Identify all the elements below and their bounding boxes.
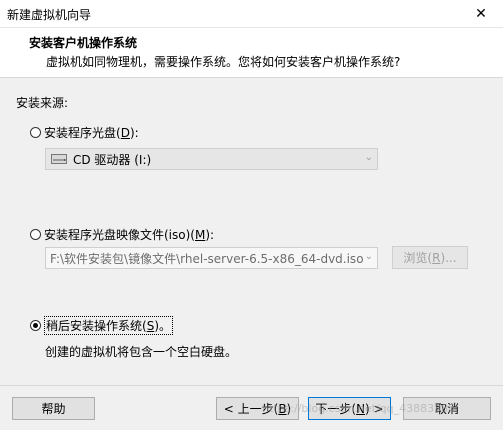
page-subtitle: 虚拟机如同物理机，需要操作系统。您将如何安装客户机操作系统?: [46, 55, 401, 69]
chevron-down-icon: ⌄: [364, 152, 373, 163]
radio-install-later[interactable]: [30, 320, 41, 331]
browse-button[interactable]: 浏览(R)...: [392, 246, 468, 269]
wizard-header: 安装客户机操作系统 虚拟机如同物理机，需要操作系统。您将如何安装客户机操作系统?: [0, 28, 503, 78]
window-titlebar: 新建虚拟机向导 ✕: [0, 0, 503, 28]
window-title: 新建虚拟机向导: [7, 8, 92, 22]
help-button[interactable]: 帮助: [12, 397, 95, 420]
close-button[interactable]: ✕: [459, 0, 503, 27]
cd-drive-icon: [51, 153, 67, 165]
browse-button-label: 浏览(R)...: [403, 251, 457, 265]
install-source-label: 安装来源:: [16, 96, 69, 110]
footer-divider: [0, 385, 503, 386]
option-install-iso-label: 安装程序光盘映像文件(iso)(M):: [44, 228, 215, 242]
iso-path-input[interactable]: F:\软件安装包\镜像文件\rhel-server-6.5-x86_64-dvd…: [45, 247, 378, 269]
watermark: https://blog.csdn.net/qq_43883885: [262, 402, 456, 415]
radio-install-iso[interactable]: [30, 229, 41, 240]
option-install-disc-label: 安装程序光盘(D):: [44, 126, 139, 140]
option-install-later[interactable]: 稍后安装操作系统(S)。: [30, 316, 173, 335]
radio-install-disc[interactable]: [30, 127, 41, 138]
disc-drive-select[interactable]: CD 驱动器 (I:) ⌄: [45, 148, 378, 170]
install-later-note: 创建的虚拟机将包含一个空白硬盘。: [45, 345, 238, 359]
option-install-later-label: 稍后安装操作系统(S)。: [44, 316, 173, 335]
page-title: 安装客户机操作系统: [29, 36, 138, 50]
iso-path-value: F:\软件安装包\镜像文件\rhel-server-6.5-x86_64-dvd…: [50, 251, 364, 266]
disc-drive-value: CD 驱动器 (I:): [73, 152, 152, 167]
option-install-disc[interactable]: 安装程序光盘(D):: [30, 124, 139, 141]
close-icon: ✕: [475, 5, 487, 22]
option-install-iso[interactable]: 安装程序光盘映像文件(iso)(M):: [30, 226, 214, 243]
chevron-down-icon[interactable]: ⌄: [365, 251, 373, 262]
help-button-label: 帮助: [41, 402, 66, 416]
